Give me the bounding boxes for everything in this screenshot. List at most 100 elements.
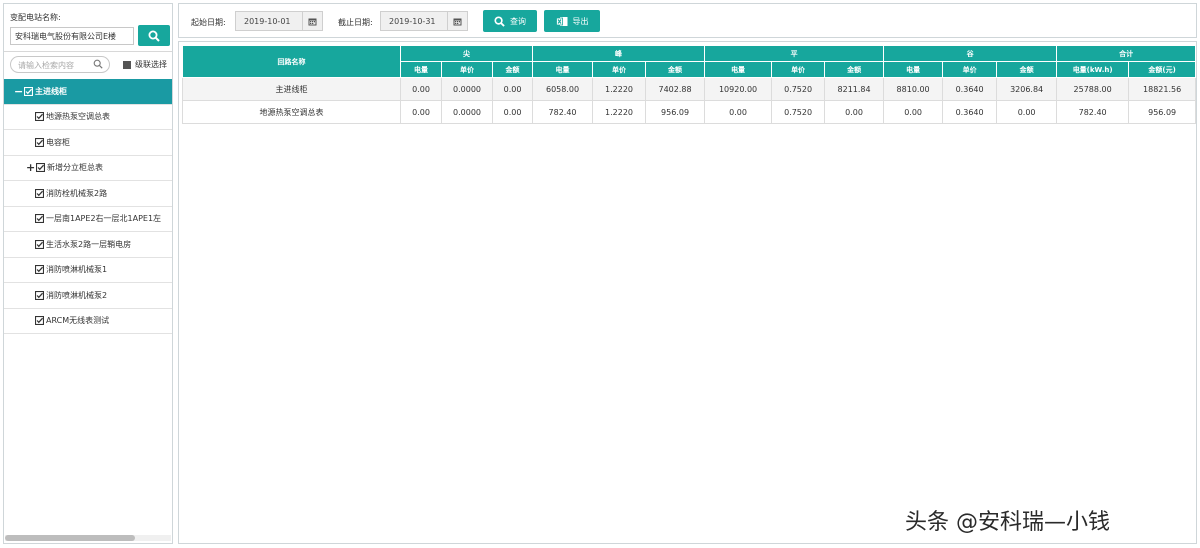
export-button[interactable]: 导出 <box>544 10 600 32</box>
table-cell: 18821.56 <box>1128 77 1197 101</box>
checked-icon <box>35 265 44 275</box>
table-cell: 0.3640 <box>942 100 998 124</box>
table-cell: 主进线柜 <box>182 77 401 101</box>
query-button-label: 查询 <box>510 16 526 26</box>
col-total-energy: 电量(kW.h) <box>1056 61 1130 78</box>
start-date-value: 2019-10-01 <box>244 17 291 26</box>
table-cell: 0.0000 <box>441 100 493 124</box>
search-icon <box>494 15 505 27</box>
tree-item[interactable]: 电容柜 <box>4 130 172 156</box>
tree-item[interactable]: ARCM无线表测试 <box>4 309 172 334</box>
table-cell: 0.3640 <box>942 77 998 101</box>
tree-item-label: 消防栓机械泵2路 <box>46 188 108 198</box>
group-header: 谷 <box>883 45 1058 62</box>
col-amount: 金额 <box>824 61 885 78</box>
date-toolbar: 起始日期: 2019-10-01 截止日期: 2019-10-31 查询 导出 <box>178 3 1197 38</box>
cascade-select-label: 级联选择 <box>135 60 167 69</box>
checked-icon <box>35 316 44 326</box>
station-label: 变配电站名称: <box>10 13 61 22</box>
scrollbar-thumb[interactable] <box>5 535 135 541</box>
table-cell: 0.7520 <box>771 77 826 101</box>
tree-item-root[interactable]: − 主进线柜 <box>4 79 172 105</box>
tree-item-label: 新增分立柜总表 <box>47 163 103 173</box>
circuit-tree: − 主进线柜 地源热泵空调总表 电容柜 + 新增分立柜总表 消防栓机械泵2路 一… <box>4 79 172 334</box>
export-button-label: 导出 <box>572 16 589 26</box>
energy-table: 回路名称 尖 峰 平 谷 合计 电量 单价 金额 电量 单价 金额 电量 单价 … <box>182 45 1197 124</box>
table-cell: 0.00 <box>491 77 534 101</box>
table-cell: 782.40 <box>532 100 594 124</box>
table-cell: 0.7520 <box>771 100 826 124</box>
station-search-button[interactable] <box>138 25 170 46</box>
horizontal-scrollbar[interactable] <box>5 535 171 541</box>
table-cell: 8810.00 <box>883 77 944 101</box>
tree-item-label: 地源热泵空调总表 <box>46 112 110 122</box>
start-date-field[interactable]: 2019-10-01 <box>235 11 323 31</box>
checked-icon <box>35 137 44 147</box>
col-total-amount: 金额(元) <box>1128 61 1197 78</box>
col-amount: 金额 <box>645 61 706 78</box>
table-row[interactable]: 主进线柜 0.00 0.0000 0.00 6058.00 1.2220 740… <box>182 77 1197 101</box>
station-input[interactable]: 安科瑞电气股份有限公司E楼 <box>10 27 134 45</box>
table-cell: 25788.00 <box>1056 77 1130 101</box>
checked-icon <box>35 112 44 122</box>
checked-icon <box>36 163 45 173</box>
tree-search-placeholder: 请输入检索内容 <box>18 61 74 70</box>
left-panel: 变配电站名称: 安科瑞电气股份有限公司E楼 请输入检索内容 级联选择 − 主进线… <box>3 3 173 544</box>
tree-item[interactable]: 生活水泵2路一层鞘电房 <box>4 232 172 258</box>
group-header: 合计 <box>1056 45 1197 62</box>
checkbox-icon <box>123 60 131 69</box>
tree-search-input[interactable]: 请输入检索内容 <box>10 56 110 73</box>
group-header: 平 <box>704 45 885 62</box>
col-circuit-name: 回路名称 <box>182 45 401 78</box>
group-header: 尖 <box>399 45 534 62</box>
table-row[interactable]: 地源热泵空调总表 0.00 0.0000 0.00 782.40 1.2220 … <box>182 100 1197 124</box>
col-amount: 金额 <box>491 61 534 78</box>
checked-icon <box>35 290 44 300</box>
tree-item[interactable]: 消防喷淋机械泵2 <box>4 283 172 309</box>
table-cell: 7402.88 <box>645 77 706 101</box>
table-cell: 0.00 <box>400 77 442 101</box>
group-header: 峰 <box>532 45 706 62</box>
end-date-label: 截止日期: <box>338 18 373 27</box>
collapse-icon[interactable]: − <box>14 86 23 97</box>
col-energy: 电量 <box>704 61 773 78</box>
search-icon <box>93 59 103 71</box>
checked-icon <box>24 86 33 96</box>
table-cell: 1.2220 <box>592 100 647 124</box>
tree-item[interactable]: 地源热泵空调总表 <box>4 105 172 130</box>
col-amount: 金额 <box>996 61 1058 78</box>
checked-icon <box>35 239 44 249</box>
table-cell: 0.00 <box>883 100 944 124</box>
col-price: 单价 <box>942 61 998 78</box>
col-price: 单价 <box>592 61 647 78</box>
divider <box>4 51 172 52</box>
table-cell: 地源热泵空调总表 <box>182 100 401 124</box>
table-cell: 6058.00 <box>532 77 594 101</box>
start-date-label: 起始日期: <box>191 18 226 27</box>
query-button[interactable]: 查询 <box>483 10 537 32</box>
col-energy: 电量 <box>400 61 442 78</box>
col-energy: 电量 <box>883 61 944 78</box>
checked-icon <box>35 214 44 224</box>
calendar-icon[interactable] <box>302 12 322 30</box>
table-cell: 1.2220 <box>592 77 647 101</box>
table-cell: 782.40 <box>1056 100 1130 124</box>
end-date-value: 2019-10-31 <box>389 17 436 26</box>
col-energy: 电量 <box>532 61 594 78</box>
expand-icon[interactable]: + <box>26 162 35 173</box>
table-cell: 956.09 <box>1128 100 1197 124</box>
tree-item[interactable]: 消防栓机械泵2路 <box>4 181 172 207</box>
tree-item-label: 主进线柜 <box>35 86 67 96</box>
tree-item-label: 一层南1APE2右一层北1APE1左 <box>46 214 162 224</box>
tree-item-label: 生活水泵2路一层鞘电房 <box>46 239 132 249</box>
table-cell: 0.0000 <box>441 77 493 101</box>
table-cell: 0.00 <box>996 100 1058 124</box>
calendar-icon[interactable] <box>447 12 467 30</box>
end-date-field[interactable]: 2019-10-31 <box>380 11 468 31</box>
tree-item-label: 消防喷淋机械泵1 <box>46 265 108 275</box>
report-panel: 回路名称 尖 峰 平 谷 合计 电量 单价 金额 电量 单价 金额 电量 单价 … <box>178 41 1197 544</box>
cascade-select-checkbox[interactable]: 级联选择 <box>123 59 167 70</box>
tree-item[interactable]: + 新增分立柜总表 <box>4 156 172 181</box>
tree-item[interactable]: 一层南1APE2右一层北1APE1左 <box>4 207 172 232</box>
tree-item[interactable]: 消防喷淋机械泵1 <box>4 258 172 283</box>
